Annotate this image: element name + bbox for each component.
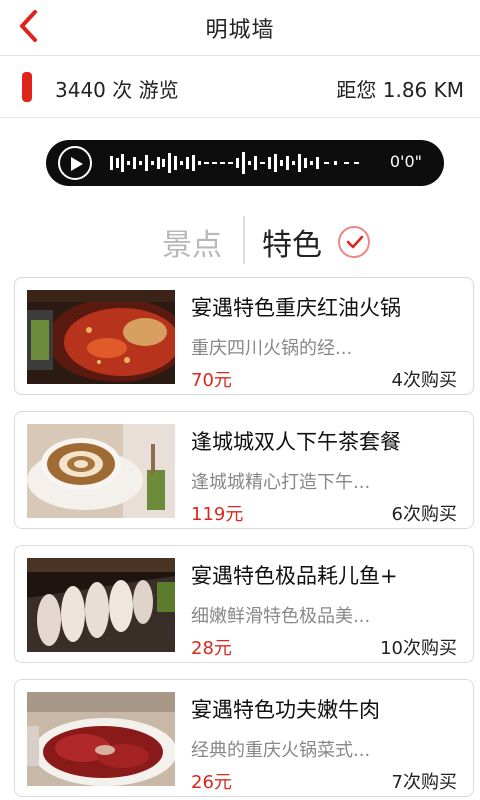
play-icon — [71, 157, 83, 171]
item-price: 26元 — [191, 772, 232, 793]
item-image — [27, 290, 175, 384]
item-sales: 7次购买 — [391, 772, 457, 793]
info-bar: 3440 次 游览 距您 1.86 KM — [0, 60, 480, 112]
page-title: 明城墙 — [205, 17, 275, 43]
item-image — [27, 424, 175, 518]
tab-featured[interactable]: 特色 — [262, 220, 322, 264]
list-item[interactable]: 宴遇特色重庆红油火锅 重庆四川火锅的经... 70元 4次购买 — [14, 277, 474, 395]
chevron-left-icon — [20, 10, 37, 42]
item-title: 逢城城双人下午茶套餐 — [191, 430, 401, 454]
item-price: 70元 — [191, 370, 232, 391]
header: 明城墙 — [0, 0, 480, 56]
divider — [0, 117, 480, 118]
item-description: 细嫩鲜滑特色极品美... — [191, 606, 371, 627]
tab-divider — [243, 216, 245, 264]
view-count: 3440 次 游览 — [55, 78, 179, 102]
waveform — [110, 152, 359, 174]
tab-bar: 景点 特色 — [0, 212, 480, 268]
item-image — [27, 558, 175, 652]
item-price: 119元 — [191, 504, 244, 525]
check-icon — [338, 226, 370, 258]
item-image — [27, 692, 175, 786]
list-item[interactable]: 逢城城双人下午茶套餐 逢城城精心打造下午... 119元 6次购买 — [14, 411, 474, 529]
tab-spots[interactable]: 景点 — [162, 220, 222, 264]
audio-player: 0'0" — [46, 140, 444, 186]
item-sales: 4次购买 — [391, 370, 457, 391]
item-description: 经典的重庆火锅菜式... — [191, 740, 371, 761]
item-sales: 10次购买 — [380, 638, 457, 659]
list-item[interactable]: 宴遇特色极品耗儿鱼+ 细嫩鲜滑特色极品美... 28元 10次购买 — [14, 545, 474, 663]
item-title: 宴遇特色功夫嫩牛肉 — [191, 698, 380, 722]
back-button[interactable] — [8, 6, 48, 46]
distance-label: 距您 1.86 KM — [336, 78, 464, 102]
item-description: 重庆四川火锅的经... — [191, 338, 353, 359]
item-title: 宴遇特色重庆红油火锅 — [191, 296, 401, 320]
audio-time: 0'0" — [389, 152, 422, 171]
item-title: 宴遇特色极品耗儿鱼+ — [191, 564, 398, 588]
play-button[interactable] — [58, 146, 92, 180]
item-sales: 6次购买 — [391, 504, 457, 525]
item-description: 逢城城精心打造下午... — [191, 472, 371, 493]
item-price: 28元 — [191, 638, 232, 659]
list-item[interactable]: 宴遇特色功夫嫩牛肉 经典的重庆火锅菜式... 26元 7次购买 — [14, 679, 474, 797]
info-marker — [22, 72, 32, 102]
